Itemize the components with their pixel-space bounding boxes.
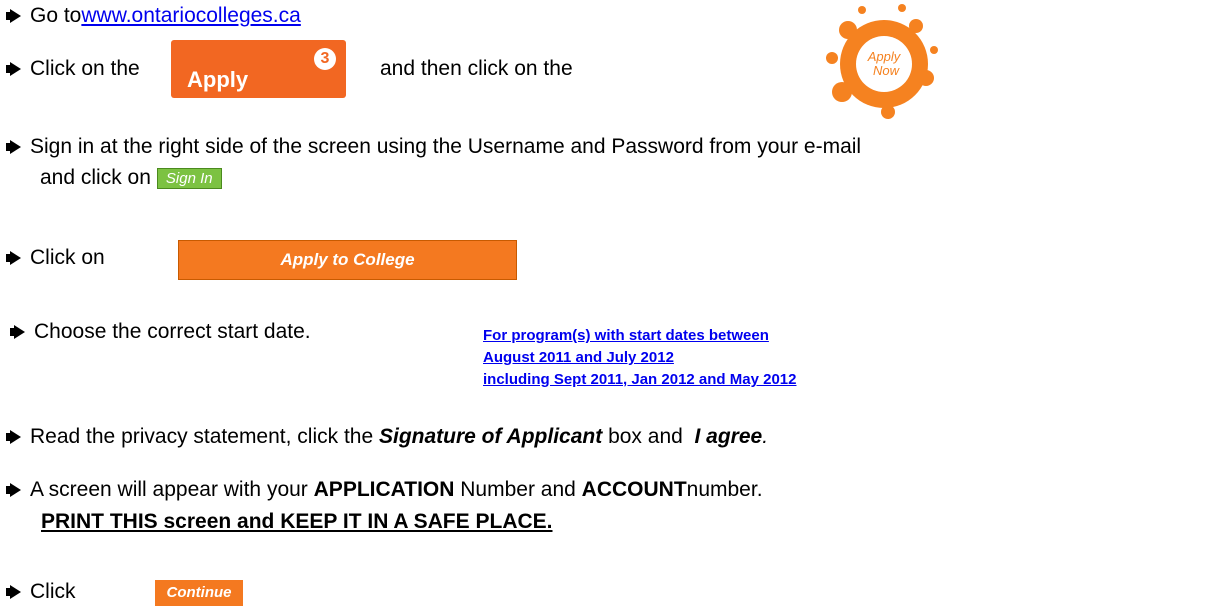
step-continue-text: Click <box>30 580 76 603</box>
apply-now-badge[interactable]: Apply Now <box>818 0 944 124</box>
step-privacy-text: Read the privacy statement, click the <box>30 425 379 448</box>
signature-of-applicant-text: Signature of Applicant <box>379 425 603 448</box>
step-app-p2: Number and <box>454 478 582 501</box>
step-apply-college: Click on <box>6 246 105 270</box>
step-app-p3: number. <box>686 478 763 501</box>
step-privacy: Read the privacy statement, click the Si… <box>6 425 769 449</box>
ontariocolleges-link[interactable]: www.ontariocolleges.ca <box>81 4 300 28</box>
arrow-bullet-icon <box>6 140 21 154</box>
start-date-link-1[interactable]: For program(s) with start dates between <box>483 325 796 347</box>
continue-button[interactable]: Continue <box>155 580 243 606</box>
arrow-bullet-icon <box>6 9 21 23</box>
step-sign-in-line1: Sign in at the right side of the screen … <box>30 135 862 158</box>
step-sign-in: Sign in at the right side of the screen … <box>6 135 862 159</box>
i-agree-text: I agree <box>694 425 763 448</box>
step-privacy-end: . <box>762 425 769 448</box>
apply-button[interactable]: Apply 3 <box>171 40 346 98</box>
start-date-link-2[interactable]: August 2011 and July 2012 <box>483 347 796 369</box>
step-continue: Click <box>6 580 76 604</box>
step-apply-college-text: Click on <box>30 246 105 269</box>
step-start-date: Choose the correct start date. <box>10 320 311 344</box>
print-instruction: PRINT THIS screen and KEEP IT IN A SAFE … <box>41 510 553 534</box>
step-sign-in-line2: and click on <box>40 166 151 189</box>
step-sign-in-cont: and click on Sign In <box>40 166 222 190</box>
step-app-p1: A screen will appear with your <box>30 478 314 501</box>
step-go-to: Go to www.ontariocolleges.ca <box>6 4 301 28</box>
arrow-bullet-icon <box>6 62 21 76</box>
step-click-apply-text: Click on the <box>30 57 140 80</box>
apply-step-badge: 3 <box>314 48 336 70</box>
step-click-apply-suffix-text: and then click on the <box>380 57 573 80</box>
sign-in-button[interactable]: Sign In <box>156 167 222 189</box>
step-start-date-text: Choose the correct start date. <box>34 320 311 343</box>
apply-now-line2: Now <box>873 63 901 78</box>
step-click-apply-suffix: and then click on the <box>380 57 573 81</box>
arrow-bullet-icon <box>6 585 21 599</box>
apply-button-label: Apply <box>187 67 249 92</box>
start-date-link-3[interactable]: including Sept 2011, Jan 2012 and May 20… <box>483 369 796 391</box>
step-click-apply: Click on the <box>6 57 140 81</box>
arrow-bullet-icon <box>6 251 21 265</box>
account-text: ACCOUNT <box>581 478 687 501</box>
step-application-number: A screen will appear with your APPLICATI… <box>6 478 763 502</box>
step-privacy-middle: box and <box>602 425 695 448</box>
start-date-links: For program(s) with start dates between … <box>483 325 796 391</box>
arrow-bullet-icon <box>6 483 21 497</box>
apply-to-college-button[interactable]: Apply to College <box>178 240 517 280</box>
step-go-to-text: Go to <box>30 4 82 27</box>
print-instruction-text: PRINT THIS screen and KEEP IT IN A SAFE … <box>41 510 553 533</box>
arrow-bullet-icon <box>10 325 25 339</box>
apply-now-line1: Apply <box>867 49 902 64</box>
arrow-bullet-icon <box>6 430 21 444</box>
application-text: APPLICATION <box>313 478 455 501</box>
